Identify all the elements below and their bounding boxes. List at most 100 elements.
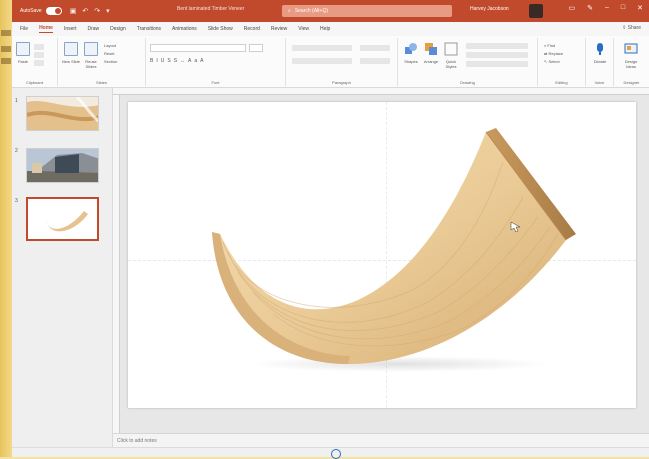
tab-design[interactable]: Design	[110, 26, 126, 32]
notes-pane[interactable]: Click to add notes	[113, 433, 649, 447]
tab-file[interactable]: File	[20, 26, 28, 32]
find-button[interactable]: ⌕ Find	[544, 42, 563, 50]
tab-help[interactable]: Help	[320, 26, 330, 32]
font-size-field[interactable]	[249, 44, 263, 52]
horizontal-ruler	[113, 88, 649, 95]
group-label-paragraph: Paragraph	[332, 80, 351, 85]
shape-fill-button[interactable]	[466, 43, 528, 49]
copy-icon[interactable]	[34, 52, 44, 58]
shapes-label: Shapes	[404, 59, 418, 64]
document-title[interactable]: Bent laminated Timber Veneer	[177, 6, 244, 12]
group-label-clipboard: Clipboard	[25, 80, 44, 85]
redo-icon[interactable]: ↷	[94, 7, 100, 15]
shape-outline-button[interactable]	[466, 52, 528, 58]
close-icon[interactable]: ✕	[637, 4, 643, 12]
autosave-toggle[interactable]	[45, 7, 62, 15]
format-painter-icon[interactable]	[34, 60, 44, 66]
slide-number-1: 1	[15, 98, 18, 104]
tab-home[interactable]: Home	[39, 25, 53, 33]
group-label-editing: Editing	[555, 80, 568, 85]
group-voice: Dictate Voice	[586, 38, 614, 86]
font-color-icon[interactable]: A	[200, 58, 206, 64]
shapes-icon[interactable]	[404, 42, 418, 56]
new-slide-button[interactable]	[64, 42, 78, 56]
ribbon-display-icon[interactable]: ▭	[568, 4, 575, 12]
group-label-drawing: Drawing	[460, 80, 475, 85]
replace-button[interactable]: ⇄ Replace	[544, 50, 563, 58]
tab-slide-show[interactable]: Slide Show	[208, 26, 233, 32]
search-box[interactable]: ⌕ Search (Alt+Q)	[282, 5, 452, 17]
ribbon: Paste Clipboard New Slide Reuse Slides L…	[12, 36, 649, 88]
tab-record[interactable]: Record	[244, 26, 260, 32]
slide-3-preview	[28, 199, 97, 239]
group-designer: Design Ideas Designer	[614, 38, 649, 86]
arrange-icon[interactable]	[424, 42, 438, 56]
paste-button[interactable]	[16, 42, 30, 56]
slide-number-3: 3	[15, 198, 18, 204]
spacing-icon[interactable]: ↔	[180, 58, 188, 64]
tab-view[interactable]: View	[298, 26, 309, 32]
new-slide-label: New Slide	[61, 59, 80, 64]
slide-thumbnail-3[interactable]	[26, 197, 99, 241]
font-format-row: BIUSS↔AaA	[150, 58, 207, 64]
tab-review[interactable]: Review	[271, 26, 287, 32]
slide-thumbnail-2[interactable]	[26, 148, 99, 183]
slide-1-preview	[27, 97, 98, 130]
align-buttons[interactable]	[292, 58, 352, 64]
case-icon[interactable]: Aa	[188, 58, 200, 64]
microphone-icon[interactable]	[593, 42, 607, 56]
select-label: Select	[548, 59, 560, 64]
quick-styles-icon[interactable]	[444, 42, 458, 56]
notes-placeholder: Click to add notes	[117, 438, 157, 444]
share-button[interactable]: ⇪ Share	[622, 25, 641, 31]
dictate-label: Dictate	[593, 59, 607, 64]
tab-draw[interactable]: Draw	[87, 26, 99, 32]
layout-button[interactable]: Layout	[104, 42, 117, 50]
tab-transitions[interactable]: Transitions	[137, 26, 161, 32]
arrange-label: Arrange	[423, 59, 439, 64]
group-slides: New Slide Reuse Slides Layout Reset Sect…	[58, 38, 146, 86]
undo-icon[interactable]: ↶	[82, 7, 88, 15]
smartart-buttons[interactable]	[360, 58, 390, 64]
group-editing: ⌕ Find ⇄ Replace ↖ Select Editing	[538, 38, 586, 86]
group-label-slides: Slides	[96, 80, 107, 85]
save-icon[interactable]: ▣	[70, 7, 77, 15]
find-label: Find	[547, 43, 556, 48]
group-clipboard: Paste Clipboard	[12, 38, 58, 86]
current-slide[interactable]	[128, 102, 636, 408]
tab-animations[interactable]: Animations	[172, 26, 197, 32]
pen-icon[interactable]: ✎	[587, 4, 593, 12]
accessibility-icon[interactable]	[331, 449, 341, 459]
list-buttons[interactable]	[292, 45, 352, 51]
powerpoint-window: AutoSave ▣ ↶ ↷ ▾ Bent laminated Timber V…	[0, 0, 649, 459]
select-button[interactable]: ↖ Select	[544, 58, 563, 66]
cut-icon[interactable]	[34, 44, 44, 50]
group-label-font: Font	[211, 80, 220, 85]
quick-access-toolbar: ▣ ↶ ↷ ▾	[70, 7, 110, 15]
autosave-control[interactable]: AutoSave	[20, 7, 62, 15]
design-ideas-icon[interactable]	[624, 42, 638, 56]
customize-icon[interactable]: ▾	[106, 7, 110, 15]
user-name[interactable]: Harvey Jacobson	[470, 6, 509, 12]
slide-thumbnail-1[interactable]	[26, 96, 99, 131]
shape-effects-button[interactable]	[466, 61, 528, 67]
tab-insert[interactable]: Insert	[64, 26, 77, 32]
reset-button[interactable]: Reset	[104, 50, 117, 58]
avatar[interactable]	[529, 4, 543, 18]
group-font: BIUSS↔AaA Font	[146, 38, 286, 86]
quick-styles-label: Quick Styles	[445, 59, 457, 69]
title-bar: AutoSave ▣ ↶ ↷ ▾ Bent laminated Timber V…	[12, 0, 649, 22]
maximize-icon[interactable]: □	[621, 4, 625, 12]
search-placeholder: Search (Alt+Q)	[294, 8, 329, 14]
reuse-slides-button[interactable]	[84, 42, 98, 56]
text-direction-buttons[interactable]	[360, 45, 390, 51]
minimize-icon[interactable]: –	[605, 4, 609, 12]
slide-thumbnail-pane: 1 2 3	[12, 88, 113, 457]
desktop-edge	[0, 0, 12, 457]
bent-timber-image[interactable]	[128, 102, 636, 408]
font-name-field[interactable]	[150, 44, 246, 52]
replace-label: Replace	[548, 51, 564, 56]
section-button[interactable]: Section	[104, 58, 117, 66]
search-icon: ⌕	[288, 8, 291, 14]
group-label-designer: Designer	[623, 80, 640, 85]
